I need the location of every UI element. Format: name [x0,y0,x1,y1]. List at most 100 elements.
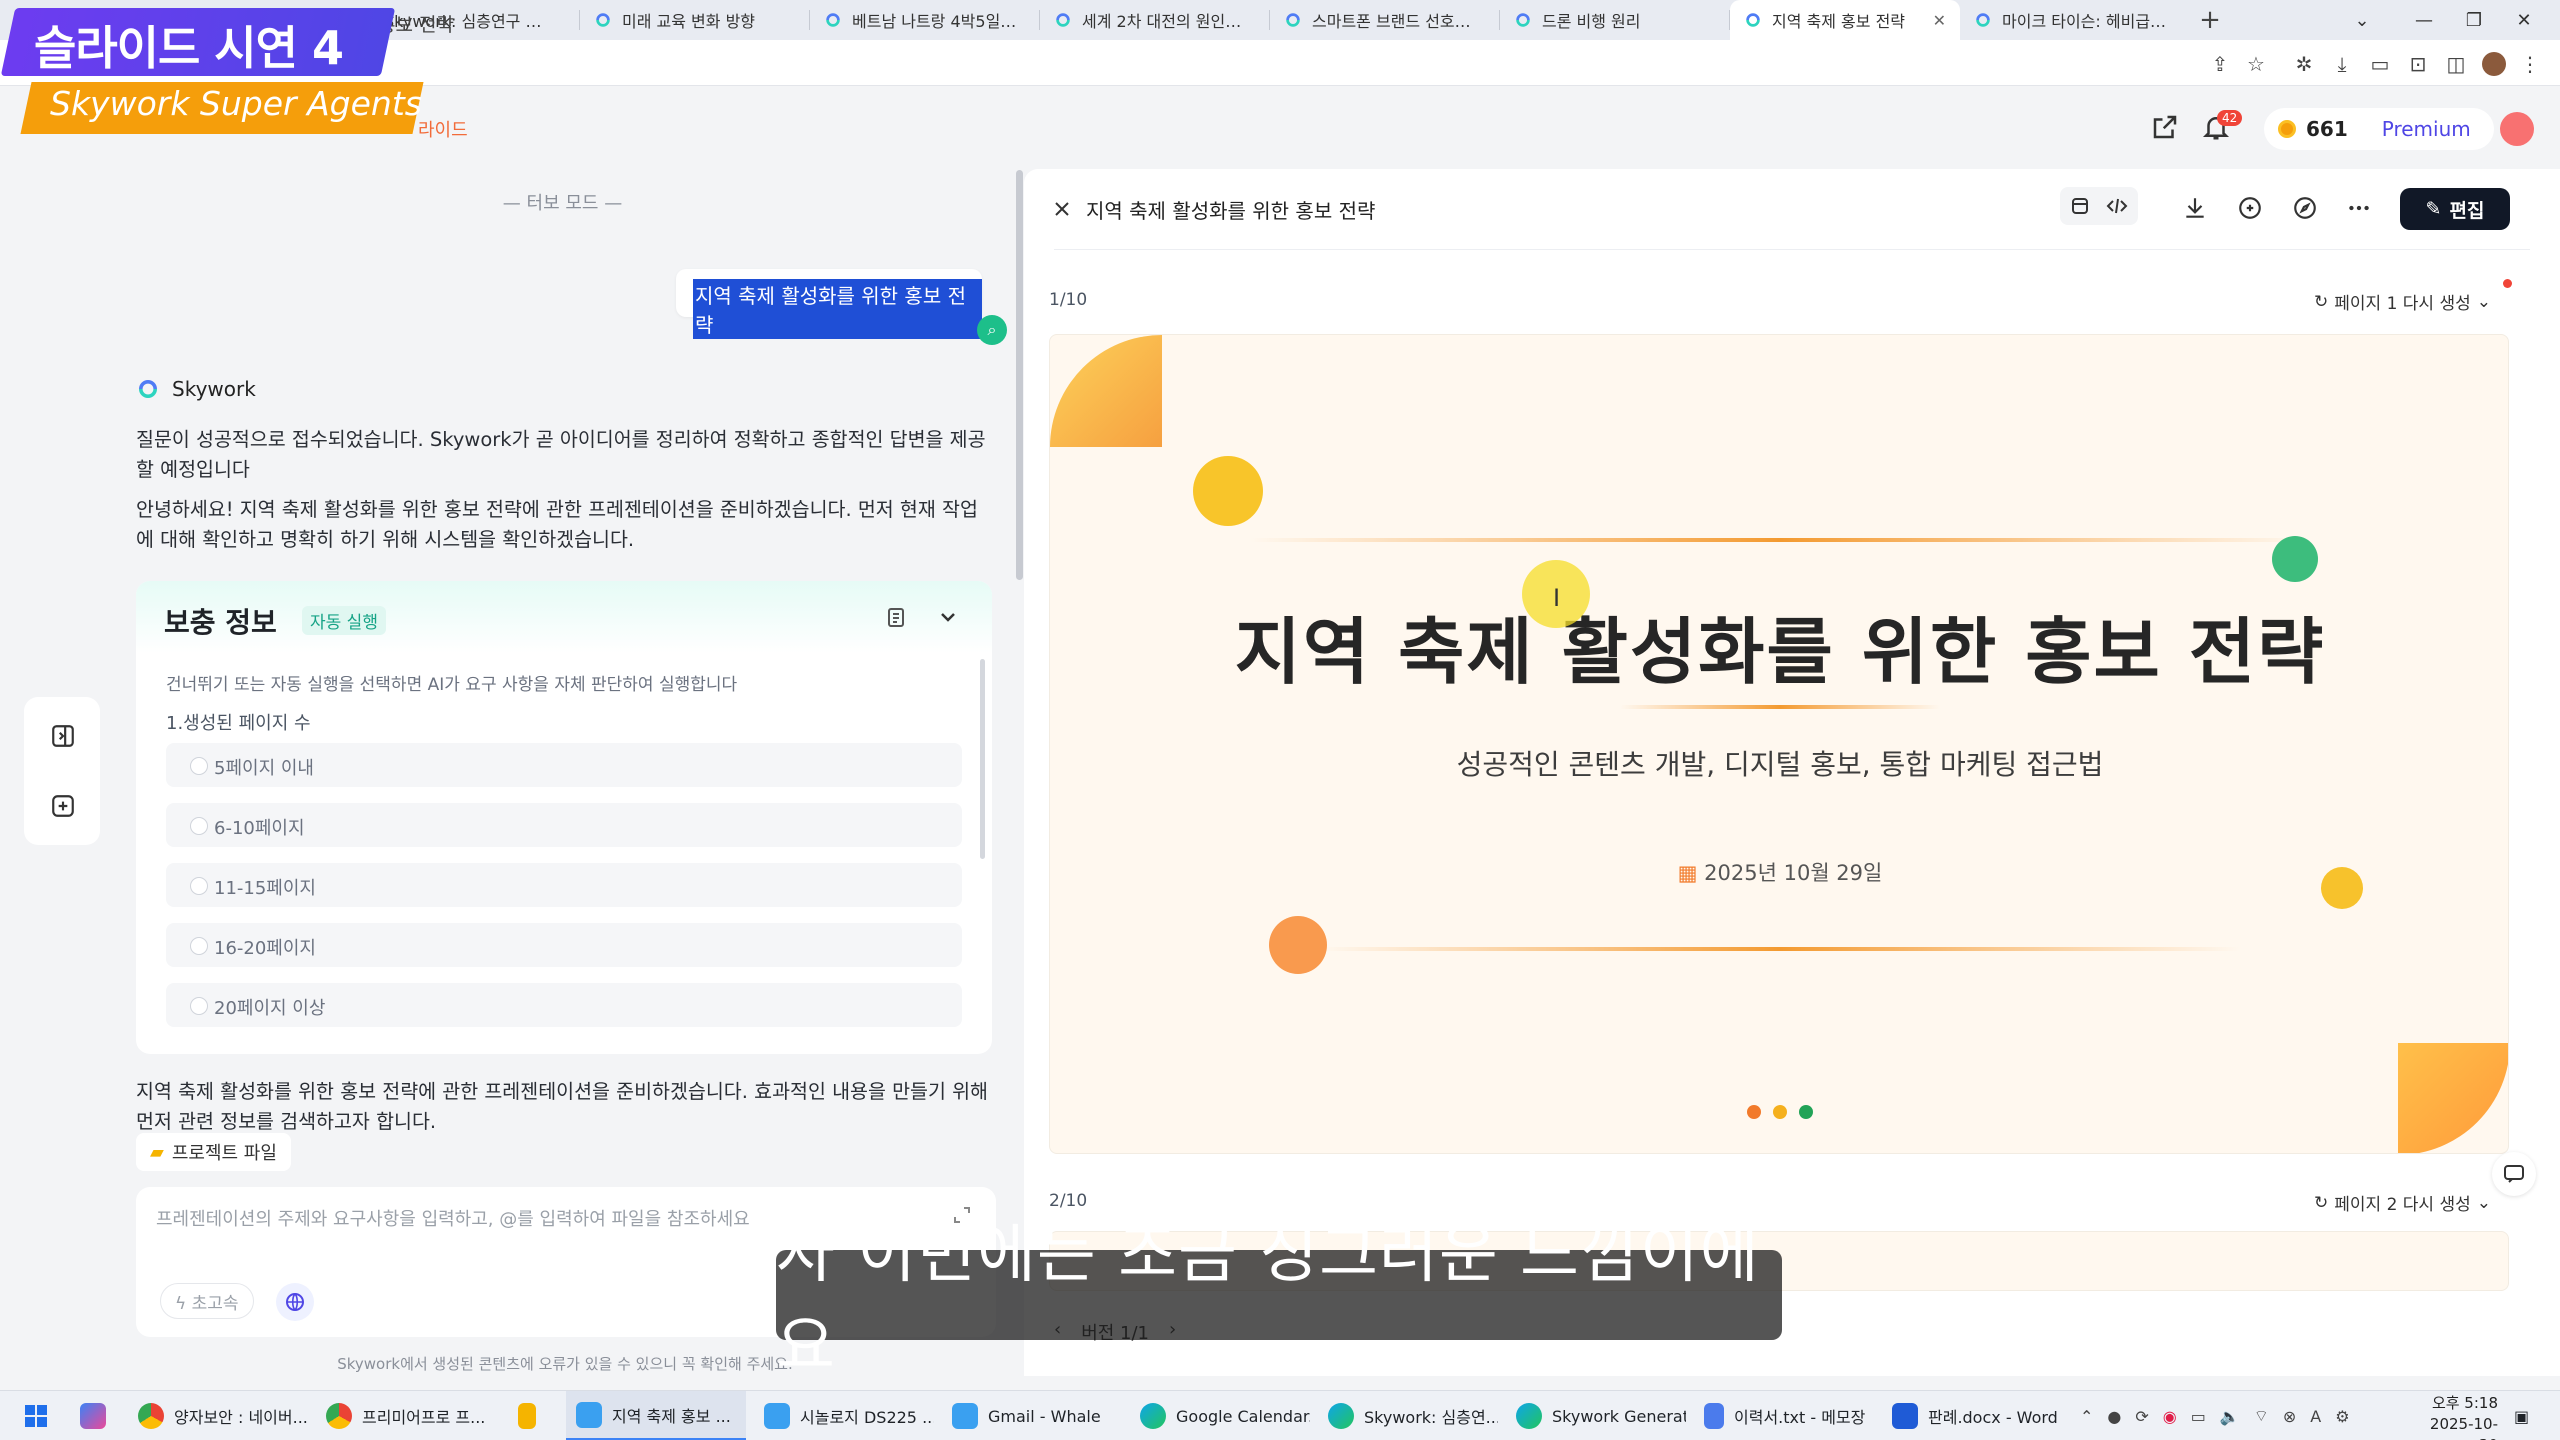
page-count-option[interactable]: 16-20페이지 [166,923,962,967]
taskbar-app[interactable]: Gmail - Whale [942,1391,1122,1440]
share-icon[interactable] [2150,112,2180,142]
extensions-icon[interactable]: ✲ [2292,52,2316,76]
regenerate-page-button[interactable]: ↻ 페이지 2 다시 생성 ⌄ [2314,1190,2491,1216]
view-switcher[interactable] [2060,187,2138,225]
taskbar-app[interactable]: Skywork: 심층연... [1318,1391,1498,1440]
preview-view-icon[interactable] [2070,196,2090,216]
bookmark-star-icon[interactable]: ☆ [2244,52,2268,76]
slide-date-text: 2025년 10월 29일 [1704,861,1883,885]
feedback-button[interactable] [2492,1152,2536,1196]
option-label: 5페이지 이내 [214,758,314,779]
share-icon[interactable]: ⇪ [2208,52,2232,76]
browser-tab[interactable]: 드론 비행 원리 [1500,0,1730,40]
tab-label: 미래 교육 변화 방향 [622,12,756,31]
taskbar-app[interactable]: 이력서.txt - 메모장 [1694,1391,1874,1440]
new-tab-button[interactable]: + [2190,0,2230,40]
close-icon[interactable] [1052,199,1072,219]
browser-tab[interactable]: 미래 교육 변화 방향 [580,0,810,40]
page-count-option[interactable]: 20페이지 이상 [166,983,962,1027]
more-icon[interactable] [2346,195,2372,221]
slide-subtitle: 성공적인 콘텐츠 개발, 디지털 홍보, 통합 마케팅 접근법 [1456,748,2104,781]
project-file-chip[interactable]: ▰ 프로젝트 파일 [136,1133,291,1171]
chat-bubble-icon [2504,1165,2524,1183]
user-avatar[interactable] [2500,112,2534,146]
panel-toggle-icon[interactable] [50,723,76,749]
profile-avatar[interactable] [2482,52,2506,76]
regenerate-page-button[interactable]: ↻ 페이지 1 다시 생성 ⌄ [2314,289,2491,315]
window-close-icon[interactable]: ✕ [2500,0,2548,40]
taskbar-app[interactable]: 시놀로지 DS225 ... [754,1391,934,1440]
info-card-title: 보충 정보 [164,606,277,639]
taskbar-app[interactable]: 프리미어프로 프... [316,1391,496,1440]
option-label: 6-10페이지 [214,818,305,839]
media-icon[interactable]: ▭ [2368,52,2392,76]
close-icon[interactable]: ✕ [1933,11,1946,30]
page-count-option[interactable]: 5페이지 이내 [166,743,962,787]
download-icon[interactable] [2182,195,2208,221]
taskbar-app[interactable]: Skywork Generat... [1506,1391,1686,1440]
code-view-icon[interactable] [2106,196,2128,216]
radio-button[interactable] [190,937,208,955]
browser-menu-icon[interactable]: ⋮ [2518,52,2542,76]
chat-scrollbar[interactable] [1016,170,1023,580]
minimize-icon[interactable]: — [2400,0,2448,40]
browser-tab[interactable]: 베트남 나트랑 4박5일 여행 [810,0,1040,40]
assistant-message: 안녕하세요! 지역 축제 활성화를 위한 홍보 전략에 관한 프레젠테이션을 준… [136,498,978,551]
taskbar-app[interactable]: 판례.docx - Word [1882,1391,2062,1440]
browser-tab[interactable]: 스마트폰 브랜드 선호도 조 [1270,0,1500,40]
taskbar-app[interactable]: Google Calendar... [1130,1391,1310,1440]
monitor-icon[interactable]: ▭ [2191,1407,2206,1426]
copilot-icon[interactable] [70,1391,116,1440]
settings-icon[interactable]: ⚙ [2335,1407,2349,1426]
compass-icon[interactable] [2292,195,2318,221]
sidebar-icon[interactable]: ◫ [2444,52,2468,76]
premium-link[interactable]: Premium [2382,117,2471,141]
language-icon[interactable]: A [2310,1407,2321,1426]
slide-1[interactable]: 지역 축제 활성화를 위한 홍보 전략 성공적인 콘텐츠 개발, 디지털 홍보,… [1049,334,2509,1154]
globe-icon[interactable] [276,1283,314,1321]
share-link-icon[interactable] [2237,195,2263,221]
page-count-option[interactable]: 11-15페이지 [166,863,962,907]
edge-icon [1516,1403,1542,1429]
browser-tab[interactable]: 마이크 타이슨: 헤비급 복서 [1960,0,2190,40]
record-icon[interactable]: ◉ [2163,1407,2177,1426]
new-chat-icon[interactable] [50,793,76,819]
whale-icon [764,1403,790,1429]
credits-pill[interactable]: 661 Premium [2264,108,2494,150]
restore-icon[interactable]: ❐ [2450,0,2498,40]
clipboard-icon[interactable] [884,605,908,629]
windows-start-icon[interactable] [14,1391,58,1440]
volume-icon[interactable]: 🔈 [2220,1407,2240,1426]
browser-tab[interactable]: 세계 2차 대전의 원인과 결 [1040,0,1270,40]
download-icon[interactable]: ⤓ [2330,52,2354,76]
screen: { "overlay": {"title": "슬라이드 시연 4", "sub… [0,0,2560,1440]
chevron-down-icon[interactable] [936,605,960,629]
security-icon[interactable]: ⊗ [2283,1407,2296,1426]
sync-icon[interactable]: ⟳ [2135,1407,2148,1426]
radio-button[interactable] [190,757,208,775]
taskbar-app[interactable] [508,1391,558,1440]
edit-button[interactable]: ✎ 편집 [2400,188,2510,230]
speed-mode-button[interactable]: ϟ 초고속 [160,1283,254,1319]
browser-tab-active[interactable]: 지역 축제 홍보 전략 ✕ [1730,0,1960,40]
folder-icon: ▰ [150,1141,164,1163]
page-count-option[interactable]: 6-10페이지 [166,803,962,847]
taskbar-app[interactable]: 양자보안 : 네이버... [128,1391,308,1440]
radio-button[interactable] [190,877,208,895]
radio-button[interactable] [190,997,208,1015]
taskbar-app-active[interactable]: 지역 축제 홍보 ... [566,1391,746,1440]
taskbar-clock[interactable]: 오후 5:18 2025-10-30 [2428,1393,2498,1440]
tray-chevron-icon[interactable]: ⌃ [2080,1407,2093,1426]
pencil-icon: ✎ [2425,198,2442,220]
radio-button[interactable] [190,817,208,835]
header-divider [1054,249,2530,250]
microphone-icon[interactable]: ● [2107,1407,2121,1426]
chat-input-placeholder[interactable]: 프레젠테이션의 주제와 요구사항을 입력하고, @를 입력하여 파일을 참조하세… [156,1205,750,1231]
capture-icon[interactable]: ⊡ [2406,52,2430,76]
taskbar: 양자보안 : 네이버... 프리미어프로 프... 지역 축제 홍보 ... 시… [0,1390,2560,1440]
tab-list-chevron-icon[interactable]: ⌄ [2338,0,2386,40]
wifi-icon[interactable]: ⌔ [2254,1406,2269,1426]
slide-date: ▦ 2025년 10월 29일 [1050,857,2508,887]
info-card-scrollbar[interactable] [980,659,985,859]
notification-center-icon[interactable]: ▣ [2504,1391,2552,1440]
